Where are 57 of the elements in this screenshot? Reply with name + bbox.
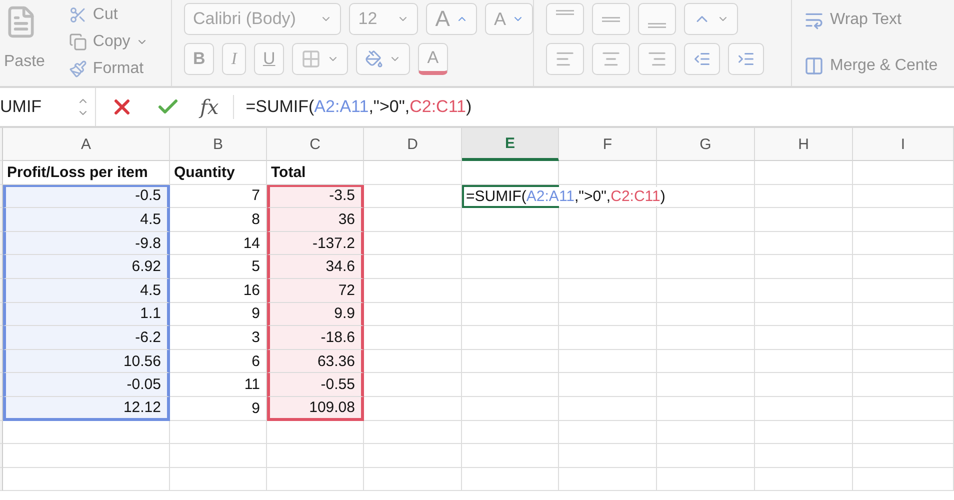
table-cell: -0.5 (3, 184, 170, 208)
formula-field[interactable]: =SUMIF(A2:A11,">0",C2:C11) (246, 97, 472, 117)
function-button[interactable]: fx (180, 95, 234, 119)
header-cell: Profit/Loss per item (3, 161, 170, 185)
table-cell: 4.5 (3, 278, 170, 303)
lines-icon (648, 23, 666, 28)
column-header[interactable]: D (364, 128, 462, 161)
table-cell: 1.1 (3, 302, 170, 326)
table-cell: 5 (170, 255, 267, 279)
table-cell: -0.55 (267, 373, 364, 397)
table-cell: 109.08 (267, 396, 364, 421)
indent-icon (693, 50, 711, 68)
lines-icon (602, 16, 620, 22)
scissors-icon (68, 6, 87, 24)
indent-icon (737, 50, 755, 68)
table-cell: -6.2 (3, 326, 170, 350)
column-header[interactable]: F (559, 128, 657, 161)
table-cell: -9.8 (3, 232, 170, 256)
column-header[interactable]: B (170, 128, 267, 161)
table-cell: 34.6 (267, 255, 364, 279)
paintbrush-icon (68, 60, 87, 78)
header-cell: Quantity (170, 161, 267, 185)
table-cell: 9.9 (267, 302, 364, 326)
table-cell: 6 (170, 350, 267, 374)
table-cell: 16 (170, 278, 267, 303)
column-header[interactable]: I (853, 128, 954, 161)
grid-icon (301, 49, 322, 69)
table-cell: 6.92 (3, 255, 170, 279)
paint-bucket-icon (365, 50, 384, 68)
table-cell: 72 (267, 278, 364, 303)
table-cell: 14 (170, 232, 267, 256)
table-cell: -0.05 (3, 373, 170, 397)
table-cell: 11 (170, 373, 267, 397)
column-header[interactable]: E (462, 128, 559, 161)
table-cell: -137.2 (267, 232, 364, 256)
table-cell: 4.5 (3, 208, 170, 232)
table-cell: -3.5 (267, 184, 364, 208)
table-cell: -18.6 (267, 326, 364, 350)
table-cell: 8 (170, 208, 267, 232)
table-cell: 12.12 (3, 396, 170, 421)
table-cell: 7 (170, 184, 267, 208)
table-cell: 63.36 (267, 350, 364, 374)
column-header[interactable]: G (657, 128, 755, 161)
merge-icon (804, 56, 824, 76)
table-cell: 36 (267, 208, 364, 232)
table-cell: 9 (170, 302, 267, 326)
header-cell: Total (267, 161, 364, 185)
lines-icon (556, 10, 574, 15)
column-header[interactable]: C (267, 128, 364, 161)
column-header[interactable]: A (3, 128, 170, 161)
column-header[interactable]: H (755, 128, 853, 161)
table-cell: 9 (170, 396, 267, 421)
name-box[interactable]: UMIF (0, 88, 96, 126)
table-cell: 10.56 (3, 350, 170, 374)
cell-formula[interactable]: =SUMIF(A2:A11,">0",C2:C11) (466, 186, 666, 206)
table-cell: 3 (170, 326, 267, 350)
copy-icon (68, 33, 87, 51)
